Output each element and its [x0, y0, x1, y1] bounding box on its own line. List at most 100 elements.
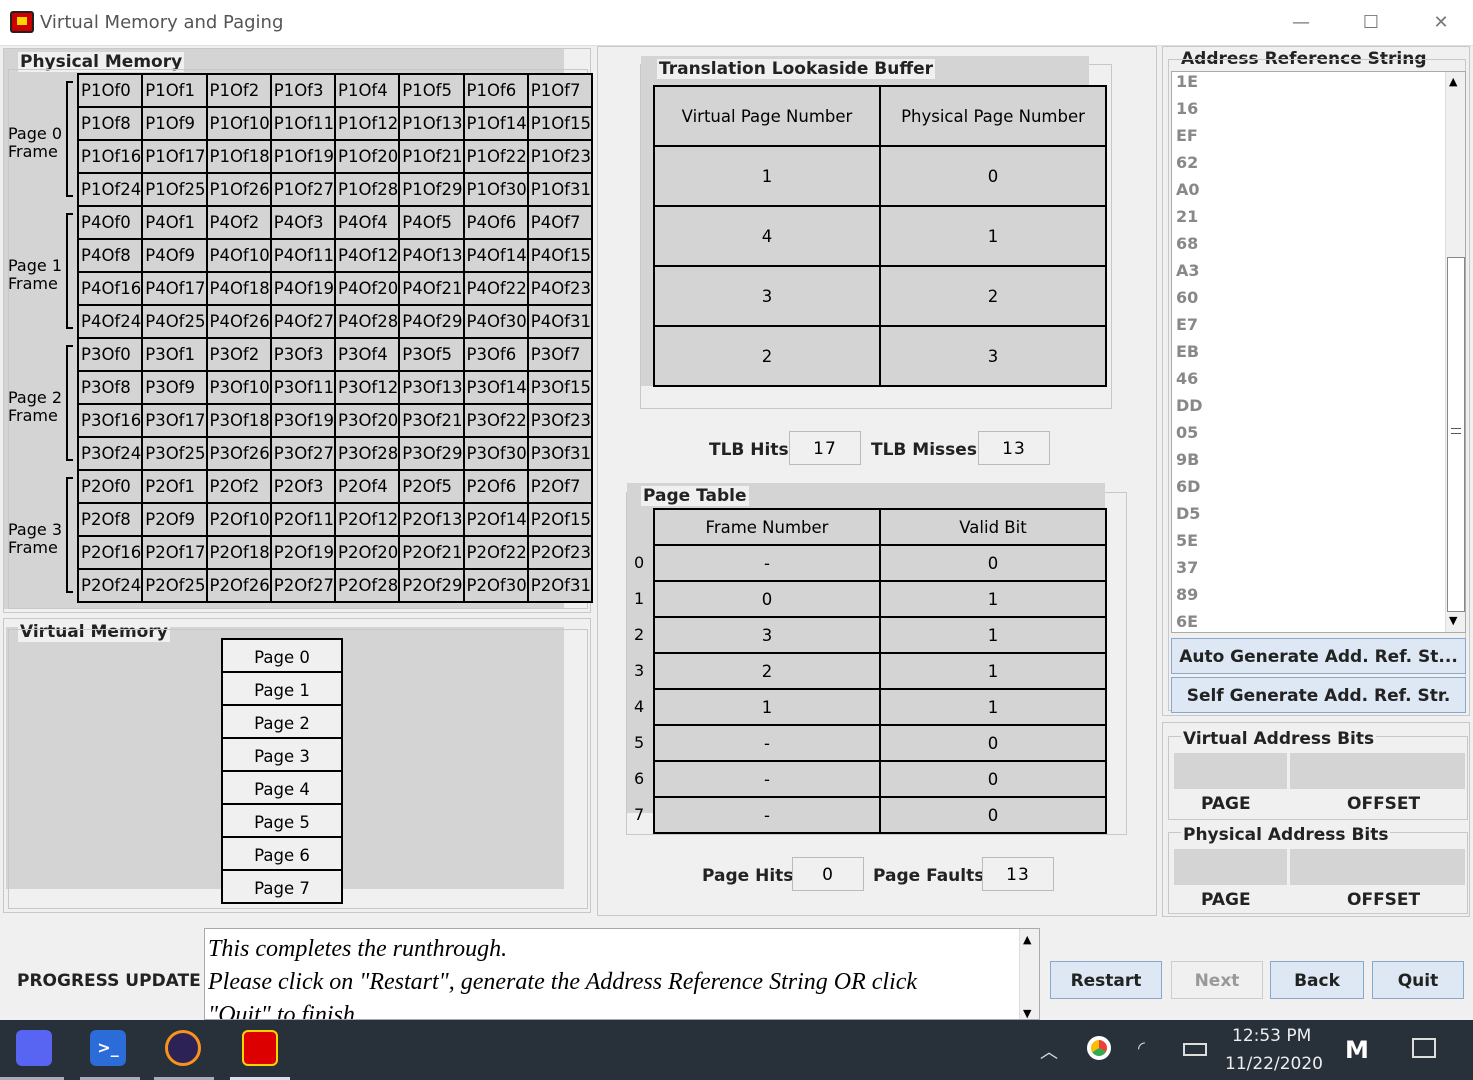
physical-memory-cell: P3Of18	[205, 403, 272, 438]
address-ref-item[interactable]: 68	[1172, 230, 1444, 257]
virtual-page: Page 6	[221, 838, 343, 871]
physical-memory-row: P2Of0 P2Of1 P2Of2 P2Of3 P2Of4 P2Of5 P2Of6 P2Of7	[76, 469, 594, 504]
address-ref-list[interactable]: 1E 16 EF 62 A0 21 68 A3 60 E7 EB 46 DD 05 9B 6D D5 5E 37 89…	[1171, 71, 1466, 633]
physical-memory-cell: P2Of7	[526, 469, 594, 504]
tlb-row: 41	[653, 205, 1107, 267]
address-ref-item[interactable]: E7	[1172, 311, 1444, 338]
tlb-ppn-cell: 1	[879, 205, 1107, 267]
address-ref-item[interactable]: 6E	[1172, 608, 1444, 632]
progress-scroll-down-icon[interactable]: ▼	[1023, 1007, 1031, 1019]
physical-memory-cell: P1Of1	[141, 73, 208, 108]
address-ref-item[interactable]: 21	[1172, 203, 1444, 230]
physical-memory-cell: P4Of17	[141, 271, 208, 306]
physical-memory-cell: P1Of17	[141, 139, 208, 174]
progress-scrollbar[interactable]: ▲ ▼	[1019, 929, 1039, 1019]
minimize-button[interactable]: —	[1278, 8, 1324, 38]
clock-time[interactable]: 12:53 PM	[1232, 1026, 1311, 1046]
physical-memory-cell: P2Of5	[398, 469, 465, 504]
physical-memory-cell: P3Of21	[398, 403, 465, 438]
page-table-row: -0	[653, 724, 1107, 762]
taskbar: >_ ︿ ◜ 12:53 PM 11/22/2020 M	[0, 1020, 1473, 1080]
tlb-row: 10	[653, 145, 1107, 207]
powershell-icon[interactable]: >_	[90, 1030, 126, 1066]
address-ref-item[interactable]: A3	[1172, 257, 1444, 284]
physical-memory-cell: P3Of31	[526, 436, 594, 471]
physical-memory-grid: P1Of0 P1Of1 P1Of2 P1Of3 P1Of4 P1Of5 P1Of6 P1Of7…	[76, 73, 594, 603]
physical-memory-cell: P4Of29	[398, 304, 465, 339]
chrome-tray-icon[interactable]	[1087, 1036, 1111, 1060]
page-table-title: Page Table	[641, 486, 749, 506]
frame-bracket	[66, 477, 73, 593]
progress-textarea[interactable]: This completes the runthrough. Please cl…	[204, 928, 1040, 1020]
notification-icon[interactable]	[1412, 1038, 1436, 1058]
scroll-down-icon[interactable]: ▼	[1449, 614, 1457, 627]
maximize-button[interactable]: ☐	[1348, 8, 1394, 38]
physical-memory-cell: P3Of10	[205, 370, 272, 405]
address-ref-item[interactable]: EF	[1172, 122, 1444, 149]
physical-memory-cell: P1Of24	[76, 172, 144, 207]
clock-date[interactable]: 11/22/2020	[1225, 1054, 1323, 1074]
address-ref-item[interactable]: 6D	[1172, 473, 1444, 500]
discord-icon[interactable]	[16, 1030, 52, 1066]
next-button[interactable]: Next	[1171, 961, 1263, 999]
tlb-table: Virtual Page Number Physical Page Number…	[653, 85, 1107, 387]
page-table-valid-cell: 1	[879, 580, 1107, 618]
physical-memory-cell: P3Of20	[333, 403, 401, 438]
virtual-page: Page 7	[221, 871, 343, 904]
quit-button[interactable]: Quit	[1372, 961, 1464, 999]
battery-icon[interactable]	[1183, 1043, 1207, 1056]
address-ref-item[interactable]: EB	[1172, 338, 1444, 365]
restart-button[interactable]: Restart	[1050, 961, 1162, 999]
page-table-row: 21	[653, 652, 1107, 690]
progress-scroll-up-icon[interactable]: ▲	[1023, 933, 1031, 946]
physical-memory-row: P4Of24 P4Of25 P4Of26 P4Of27 P4Of28 P4Of29 P4Of…	[76, 304, 594, 339]
page-faults-label: Page Faults	[873, 866, 985, 886]
back-button[interactable]: Back	[1270, 961, 1364, 999]
address-ref-item[interactable]: A0	[1172, 176, 1444, 203]
page-table-valid-cell: 0	[879, 724, 1107, 762]
scroll-up-icon[interactable]: ▲	[1449, 75, 1457, 88]
physical-memory-row: P1Of16 P1Of17 P1Of18 P1Of19 P1Of20 P1Of21 P1Of…	[76, 139, 594, 174]
app-tray-icon[interactable]: M	[1345, 1036, 1369, 1064]
virtual-page-bits-field	[1174, 753, 1287, 789]
scroll-thumb[interactable]	[1447, 257, 1465, 612]
eclipse-icon[interactable]	[165, 1030, 201, 1066]
wifi-icon[interactable]: ◜	[1138, 1038, 1145, 1059]
chevron-up-icon[interactable]: ︿	[1040, 1038, 1058, 1064]
physical-memory-cell: P3Of19	[269, 403, 337, 438]
physical-offset-bits-field	[1290, 849, 1465, 885]
address-ref-item[interactable]: 05	[1172, 419, 1444, 446]
physical-memory-cell: P3Of15	[526, 370, 594, 405]
close-button[interactable]: ✕	[1418, 8, 1464, 38]
address-ref-item[interactable]: D5	[1172, 500, 1444, 527]
page-table-valid-cell: 1	[879, 688, 1107, 726]
address-ref-item[interactable]: 1E	[1172, 72, 1444, 95]
self-generate-button[interactable]: Self Generate Add. Ref. Str.	[1171, 677, 1466, 713]
address-ref-item[interactable]: DD	[1172, 392, 1444, 419]
physical-memory-cell: P2Of28	[333, 568, 401, 603]
address-ref-item[interactable]: 16	[1172, 95, 1444, 122]
address-ref-item[interactable]: 9B	[1172, 446, 1444, 473]
address-ref-item[interactable]: 37	[1172, 554, 1444, 581]
auto-generate-button[interactable]: Auto Generate Add. Ref. St...	[1171, 638, 1466, 674]
physical-memory-cell: P1Of5	[398, 73, 465, 108]
physical-memory-cell: P3Of26	[205, 436, 272, 471]
tlb-ppn-cell: 0	[879, 145, 1107, 207]
address-ref-scrollbar[interactable]: ▲ ▼	[1445, 72, 1465, 632]
physical-memory-cell: P1Of10	[205, 106, 272, 141]
address-ref-item[interactable]: 5E	[1172, 527, 1444, 554]
address-ref-item[interactable]: 46	[1172, 365, 1444, 392]
address-ref-item[interactable]: 60	[1172, 284, 1444, 311]
frame-label: Page 3 Frame	[8, 521, 62, 557]
address-ref-item[interactable]: 89	[1172, 581, 1444, 608]
address-ref-item[interactable]: 62	[1172, 149, 1444, 176]
physical-offset-label: OFFSET	[1347, 890, 1421, 910]
physical-memory-cell: P1Of7	[526, 73, 594, 108]
physical-memory-cell: P2Of13	[398, 502, 465, 537]
physical-memory-cell: P2Of10	[205, 502, 272, 537]
java-app-icon[interactable]	[242, 1030, 278, 1066]
physical-memory-cell: P4Of23	[526, 271, 594, 306]
physical-memory-row: P1Of0 P1Of1 P1Of2 P1Of3 P1Of4 P1Of5 P1Of6 P1Of7	[76, 73, 594, 108]
frame-label: Page 0 Frame	[8, 125, 62, 161]
progress-line-3: "Quit" to finish.	[208, 1002, 361, 1020]
